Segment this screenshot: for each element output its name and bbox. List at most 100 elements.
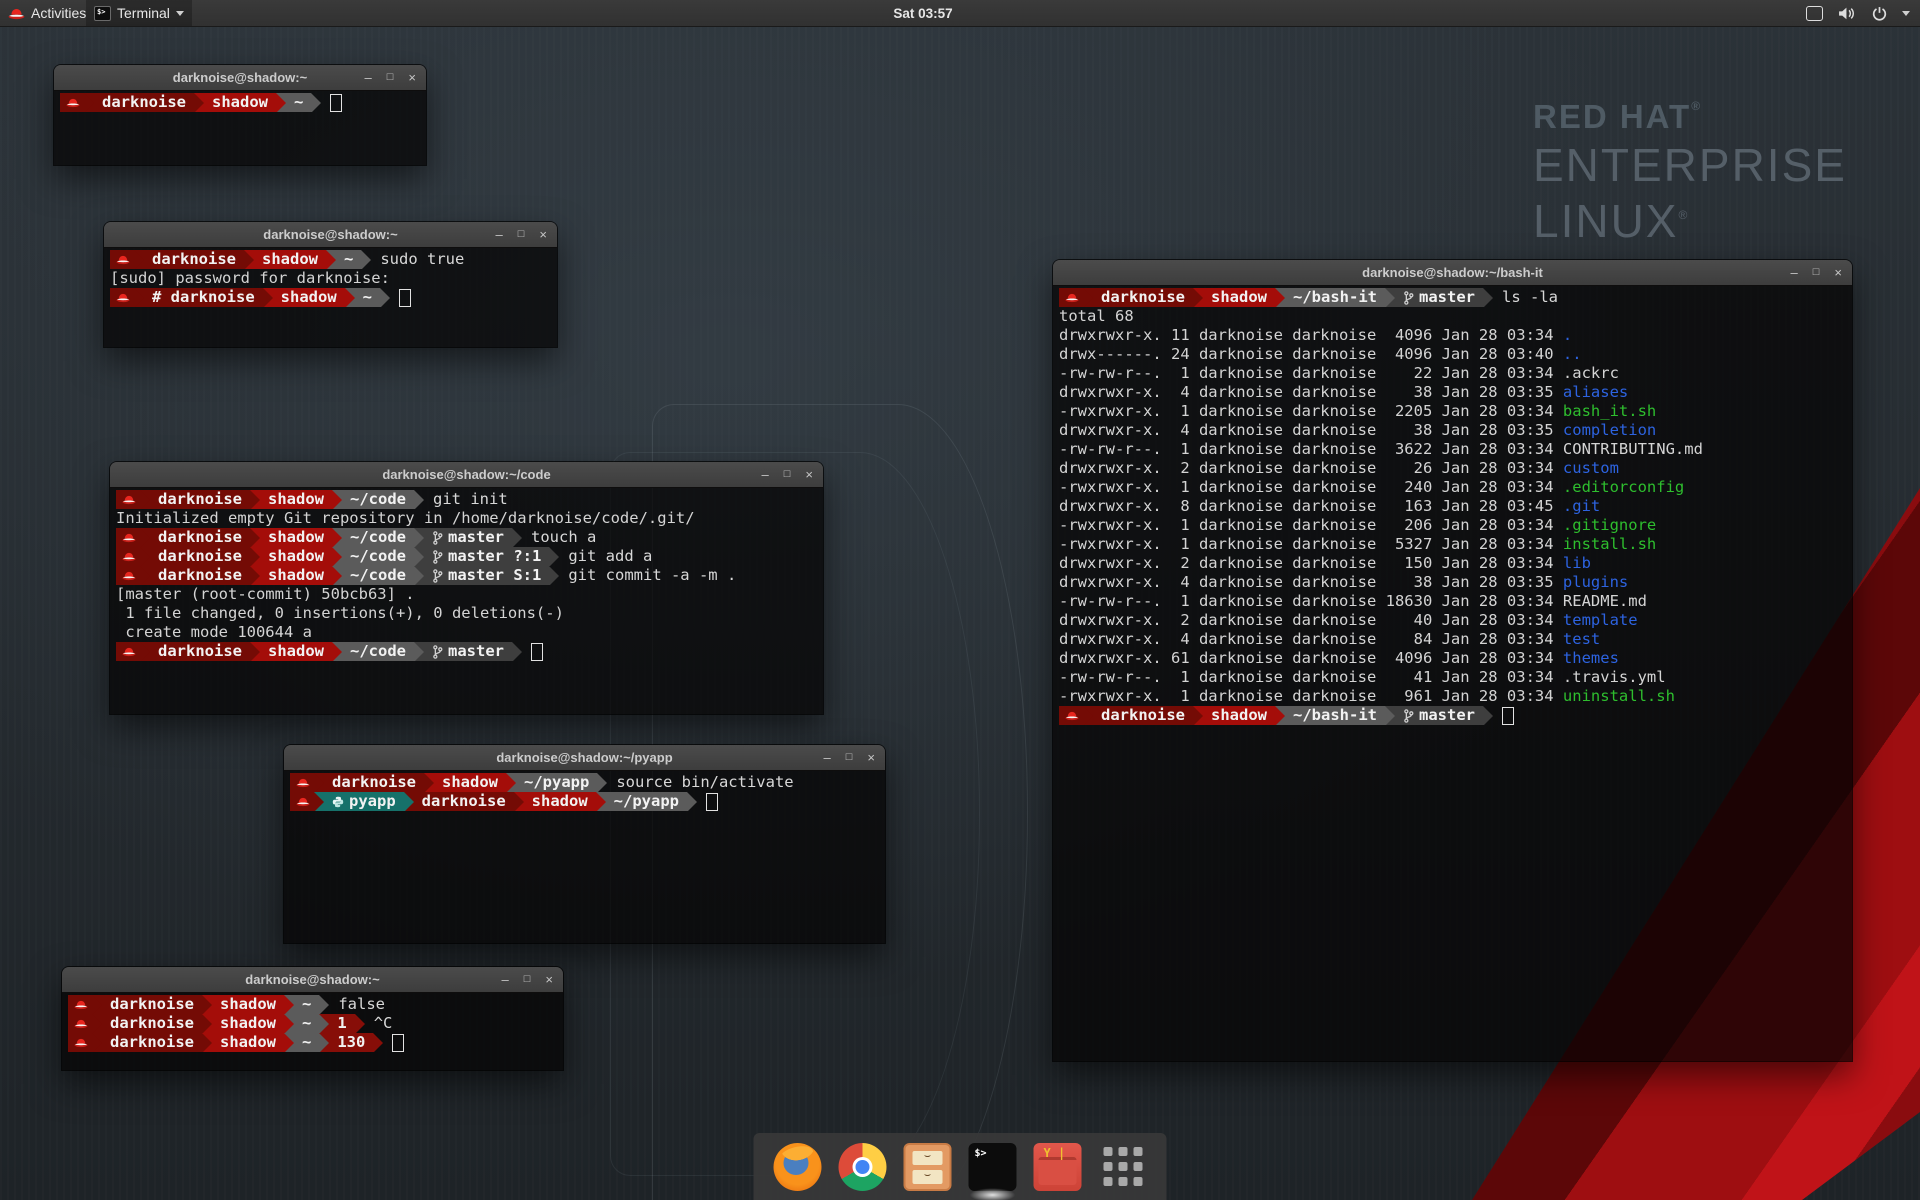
close-button[interactable]: × [408,71,416,84]
prompt-segment-os [110,250,134,269]
terminal-line: -rw-rw-r--. 1 darknoise darknoise 41 Jan… [1059,668,1852,687]
close-button[interactable]: × [545,973,553,986]
dock-item-toolbox[interactable] [1034,1143,1082,1191]
chevron-down-icon [176,11,184,16]
chevron-down-icon[interactable] [1902,11,1910,16]
powerline-separator-icon [332,490,342,509]
app-menu-terminal[interactable]: $> Terminal [86,0,192,26]
volume-icon[interactable] [1838,6,1857,21]
clock[interactable]: Sat 03:57 [893,0,952,26]
titlebar[interactable]: darknoise@shadow:~ – □ × [104,222,557,248]
powerline-separator-icon [332,642,342,661]
ls-entry-name: aliases [1563,383,1628,402]
powerline-separator-icon [140,528,150,547]
terminal-window-home-2: darknoise@shadow:~ –□× darknoiseshadow~f… [62,967,563,1070]
prompt-segment-path: ~ [286,93,311,112]
maximize-button[interactable]: □ [518,229,525,240]
prompt-segment-path: ~/code [342,528,414,547]
dock-item-app-grid[interactable] [1099,1143,1147,1191]
window-title: darknoise@shadow:~/pyapp [496,750,672,765]
titlebar[interactable]: darknoise@shadow:~/bash-it –□× [1053,260,1852,286]
powerline-separator-icon [311,93,321,112]
maximize-button[interactable]: □ [387,72,394,83]
terminal-icon: $> [969,1143,1017,1191]
window-title: darknoise@shadow:~ [173,70,307,85]
ls-entry-name: template [1563,611,1638,630]
minimize-button[interactable]: – [496,228,503,241]
prompt-segment-user: darknoise [1093,706,1193,725]
terminal-window-bash-it: darknoise@shadow:~/bash-it –□× darknoise… [1053,260,1852,1061]
terminal-line: drwx------. 24 darknoise darknoise 4096 … [1059,345,1852,364]
activities-button[interactable]: Activities [8,0,86,26]
ls-entry-meta: -rw-rw-r--. 1 darknoise darknoise 3622 J… [1059,440,1563,459]
powerline-separator-icon [1193,288,1203,307]
terminal-content[interactable]: darknoiseshadow~/bash-itmasterls -latota… [1053,285,1852,1061]
window-title: darknoise@shadow:~ [263,227,397,242]
dock-item-terminal[interactable]: $> [969,1143,1017,1191]
titlebar[interactable]: darknoise@shadow:~ – □ × [54,65,426,91]
terminal-line: pyappdarknoiseshadow~/pyapp [290,792,885,811]
maximize-button[interactable]: □ [1813,267,1820,278]
close-button[interactable]: × [539,228,547,241]
terminal-content[interactable]: darknoiseshadow~/codegit initInitialized… [110,487,823,714]
terminal-line: drwxrwxr-x. 11 darknoise darknoise 4096 … [1059,326,1852,345]
titlebar[interactable]: darknoise@shadow:~ –□× [62,967,563,993]
minimize-button[interactable]: – [365,71,372,84]
terminal-line: darknoiseshadow~1^C [68,1014,563,1033]
ls-entry-meta: -rwxrwxr-x. 1 darknoise darknoise 240 Ja… [1059,478,1563,497]
power-icon[interactable] [1872,6,1887,21]
close-button[interactable]: × [1834,266,1842,279]
powerline-separator-icon [687,792,697,811]
close-button[interactable]: × [867,751,875,764]
terminal-line: 1 file changed, 0 insertions(+), 0 delet… [116,604,823,623]
terminal-content[interactable]: darknoiseshadow~sudo true[sudo] password… [104,247,557,347]
ls-entry-name: . [1563,326,1572,345]
ls-entry-meta: -rw-rw-r--. 1 darknoise darknoise 18630 … [1059,592,1563,611]
terminal-cursor [392,1034,404,1052]
git-branch-icon [1403,291,1414,305]
minimize-button[interactable]: – [824,751,831,764]
prompt-segment-status: 1 [329,1014,354,1033]
maximize-button[interactable]: □ [784,469,791,480]
powerline-separator-icon [512,528,522,547]
prompt-segment-host: shadow [273,288,345,307]
powerline-separator-icon [250,490,260,509]
terminal-line: -rwxrwxr-x. 1 darknoise darknoise 2205 J… [1059,402,1852,421]
terminal-content[interactable]: darknoiseshadow~ [54,90,426,165]
git-branch-icon [432,531,443,545]
prompt-segment-os [116,528,140,547]
maximize-button[interactable]: □ [524,974,531,985]
ls-entry-meta: -rwxrwxr-x. 1 darknoise darknoise 206 Ja… [1059,516,1563,535]
system-status-area[interactable] [1806,0,1910,26]
titlebar[interactable]: darknoise@shadow:~/pyapp – □ × [284,745,885,771]
top-bar: Activities $> Terminal Sat 03:57 [0,0,1920,27]
maximize-button[interactable]: □ [846,752,853,763]
prompt-segment-user: darknoise [102,995,202,1014]
minimize-button[interactable]: – [1791,266,1798,279]
prompt-segment-user: darknoise [150,490,250,509]
powerline-separator-icon [424,773,434,792]
running-indicator [970,1188,1016,1200]
terminal-line: -rwxrwxr-x. 1 darknoise darknoise 206 Ja… [1059,516,1852,535]
close-button[interactable]: × [805,468,813,481]
screen-icon[interactable] [1806,6,1823,21]
prompt-segment-os [290,773,314,792]
prompt-segment-host: shadow [434,773,506,792]
powerline-separator-icon [332,547,342,566]
prompt-segment-os [110,288,134,307]
titlebar[interactable]: darknoise@shadow:~/code –□× [110,462,823,488]
dock-item-files[interactable] [904,1143,952,1191]
terminal-cursor [1502,707,1514,725]
powerline-separator-icon [404,792,414,811]
terminal-content[interactable]: darknoiseshadow~/pyappsource bin/activat… [284,770,885,943]
dock-item-chrome[interactable] [839,1143,887,1191]
minimize-button[interactable]: – [762,468,769,481]
ls-entry-name: lib [1563,554,1591,573]
powerline-separator-icon [250,528,260,547]
ls-entry-meta: drwxrwxr-x. 4 darknoise darknoise 38 Jan… [1059,573,1563,592]
terminal-content[interactable]: darknoiseshadow~falsedarknoiseshadow~1^C… [62,992,563,1070]
redhat-logo-icon [8,7,25,20]
terminal-app-icon: $> [94,6,111,21]
minimize-button[interactable]: – [502,973,509,986]
dock-item-firefox[interactable] [774,1143,822,1191]
